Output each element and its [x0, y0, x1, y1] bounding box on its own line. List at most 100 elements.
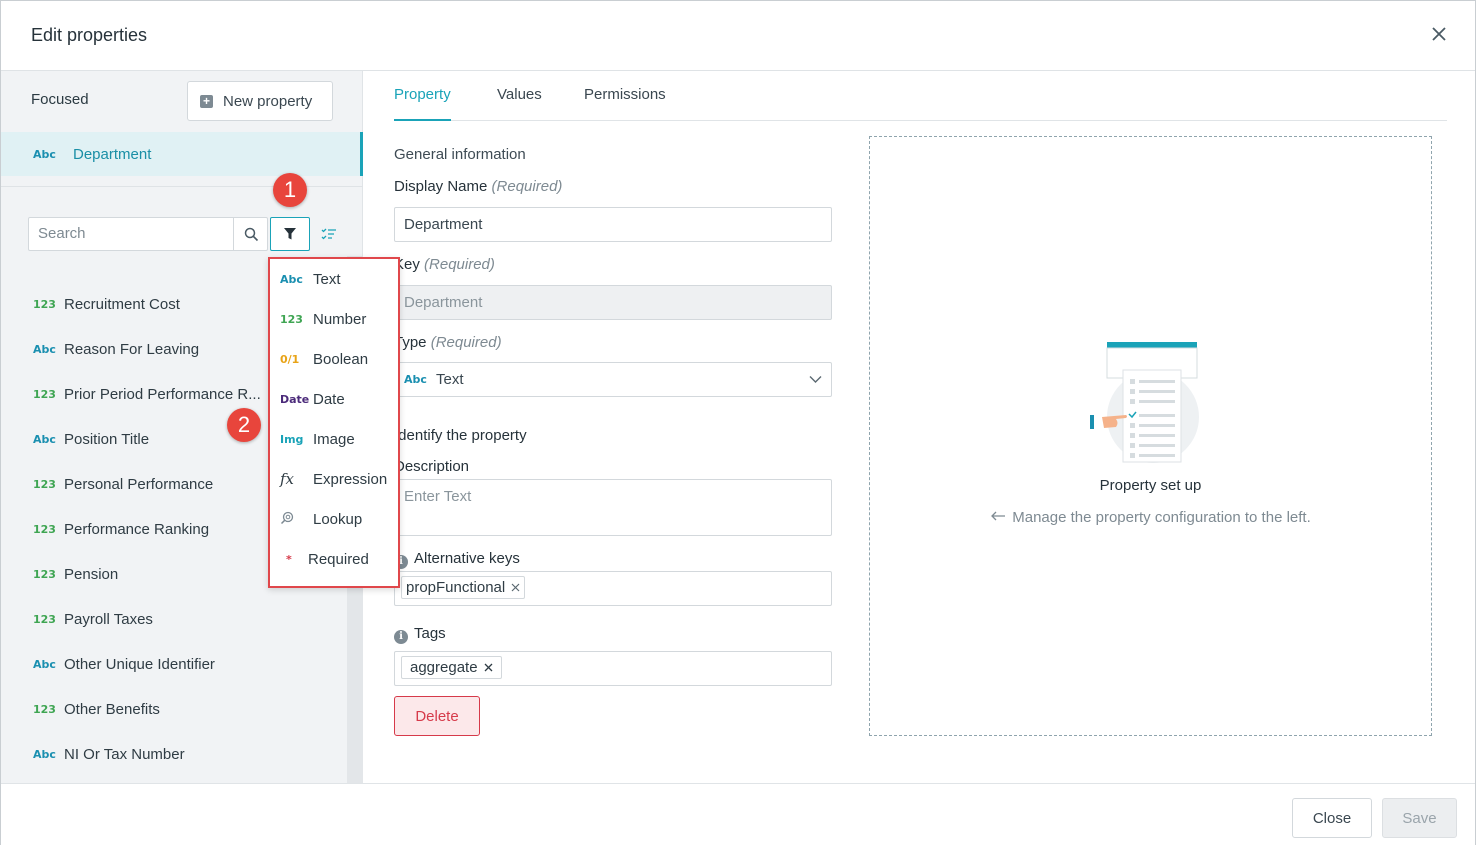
- alternative-keys-field[interactable]: propFunctional: [394, 571, 832, 606]
- filter-option-date[interactable]: Date Date: [280, 387, 345, 411]
- dialog-header: Edit properties: [1, 1, 1475, 71]
- panel-hint: Manage the property configuration to the…: [870, 509, 1431, 526]
- number-type-icon: 123: [33, 298, 56, 311]
- remove-chip-icon[interactable]: [484, 663, 493, 672]
- description-label: Description: [394, 458, 470, 475]
- tags-field[interactable]: aggregate: [394, 651, 832, 686]
- tab-property[interactable]: Property: [394, 86, 451, 121]
- tab-permissions[interactable]: Permissions: [584, 86, 666, 121]
- date-type-icon: Date: [280, 392, 310, 406]
- lookup-icon: [280, 511, 313, 528]
- filter-option-lookup[interactable]: Lookup: [280, 507, 362, 531]
- list-item-name: Recruitment Cost: [64, 296, 180, 313]
- filter-option-label: Text: [313, 270, 341, 288]
- list-item-name: Personal Performance: [64, 476, 214, 493]
- required-hint: (Required): [491, 178, 563, 195]
- number-type-icon: 123: [33, 388, 56, 401]
- filter-option-expression[interactable]: fx Expression: [280, 467, 387, 491]
- filter-option-label: Expression: [313, 470, 388, 488]
- display-name-label-text: Display Name: [394, 178, 488, 195]
- property-setup-panel: Property set up Manage the property conf…: [869, 136, 1432, 736]
- number-type-icon: 123: [280, 312, 303, 326]
- arrow-left-icon: [991, 511, 1006, 521]
- tab-bar: Property Values Permissions: [394, 71, 1447, 121]
- filter-option-text[interactable]: Abc Text: [280, 267, 341, 291]
- display-name-label: Display Name (Required): [394, 178, 562, 195]
- save-button[interactable]: Save: [1382, 798, 1457, 838]
- dialog-footer: Close Save: [1, 783, 1475, 845]
- number-type-icon: 123: [33, 523, 56, 536]
- required-asterisk-icon: *: [286, 552, 292, 566]
- search-input[interactable]: [38, 225, 228, 242]
- boolean-type-icon: 0/1: [280, 352, 300, 366]
- list-item[interactable]: 123 Payroll Taxes: [33, 597, 343, 642]
- chip-label: aggregate: [410, 659, 478, 676]
- list-item[interactable]: 123 Other Benefits: [33, 687, 343, 732]
- new-property-label: New property: [223, 92, 313, 110]
- text-type-icon: Abc: [33, 433, 56, 446]
- filter-option-label: Required: [308, 550, 369, 568]
- edit-properties-dialog: Edit properties Focused + New property A…: [0, 0, 1476, 845]
- expression-type-icon: fx: [280, 470, 295, 488]
- number-type-icon: 123: [33, 703, 56, 716]
- chevron-down-icon: [809, 376, 822, 383]
- text-type-icon: Abc: [280, 272, 303, 286]
- text-type-icon: Abc: [33, 748, 56, 761]
- list-item-name: Payroll Taxes: [64, 611, 153, 628]
- list-item-name: Position Title: [64, 431, 150, 448]
- number-type-icon: 123: [33, 613, 56, 626]
- type-select[interactable]: Abc Text: [394, 362, 832, 397]
- list-item[interactable]: Abc Other Unique Identifier: [33, 642, 343, 687]
- image-type-icon: Img: [280, 432, 304, 446]
- close-icon[interactable]: [1431, 23, 1447, 47]
- focused-label: Focused: [31, 91, 89, 108]
- focused-property-item[interactable]: Abc Department: [1, 132, 363, 176]
- filter-option-image[interactable]: Img Image: [280, 427, 355, 451]
- search-button[interactable]: [233, 218, 268, 250]
- filter-icon: [284, 228, 296, 240]
- text-type-icon: Abc: [33, 147, 56, 161]
- tags-label: i Tags: [394, 625, 446, 644]
- alternative-keys-label: i Alternative keys: [394, 550, 520, 569]
- general-information-heading: General information: [394, 146, 526, 163]
- remove-chip-icon[interactable]: [511, 583, 520, 592]
- filter-button[interactable]: [270, 217, 310, 251]
- callout-badge-2: 2: [227, 408, 261, 442]
- alternative-keys-label-text: Alternative keys: [414, 550, 520, 567]
- list-item-name: Performance Ranking: [64, 521, 210, 538]
- divider: [1, 186, 363, 187]
- list-item-name: Other Unique Identifier: [64, 656, 215, 673]
- number-type-icon: 123: [33, 568, 56, 581]
- filter-option-label: Boolean: [313, 350, 369, 368]
- chip-label: propFunctional: [406, 579, 506, 596]
- search-icon: [244, 227, 258, 241]
- list-item[interactable]: Abc NI Or Tax Number: [33, 732, 343, 777]
- display-name-field[interactable]: Department: [394, 207, 832, 242]
- property-editor: Property Values Permissions General info…: [364, 71, 1475, 783]
- tab-values[interactable]: Values: [497, 86, 542, 121]
- list-item-name: Prior Period Performance R...: [64, 386, 261, 403]
- text-type-icon: Abc: [404, 373, 427, 386]
- number-type-icon: 123: [33, 478, 56, 491]
- close-button[interactable]: Close: [1292, 798, 1372, 838]
- delete-button[interactable]: Delete: [394, 696, 480, 736]
- filter-option-label: Date: [313, 390, 345, 408]
- description-textarea[interactable]: Enter Text: [394, 479, 832, 536]
- filter-option-label: Image: [313, 430, 355, 448]
- filter-option-required[interactable]: * Required: [280, 547, 369, 571]
- panel-hint-text: Manage the property configuration to the…: [1012, 509, 1311, 526]
- filter-option-label: Lookup: [313, 510, 363, 528]
- sort-options-button[interactable]: [314, 217, 344, 251]
- identify-heading: Identify the property: [394, 427, 527, 444]
- key-field: Department: [394, 285, 832, 320]
- tag-chip: aggregate: [401, 656, 502, 679]
- key-label: Key (Required): [394, 256, 495, 273]
- checklist-sort-icon: [321, 228, 336, 240]
- filter-option-number[interactable]: 123 Number: [280, 307, 366, 331]
- callout-badge-1: 1: [273, 173, 307, 207]
- focused-property-name: Department: [73, 145, 152, 163]
- panel-title: Property set up: [1099, 477, 1202, 494]
- filter-option-boolean[interactable]: 0/1 Boolean: [280, 347, 368, 371]
- text-type-icon: Abc: [33, 658, 56, 671]
- new-property-button[interactable]: + New property: [187, 81, 333, 121]
